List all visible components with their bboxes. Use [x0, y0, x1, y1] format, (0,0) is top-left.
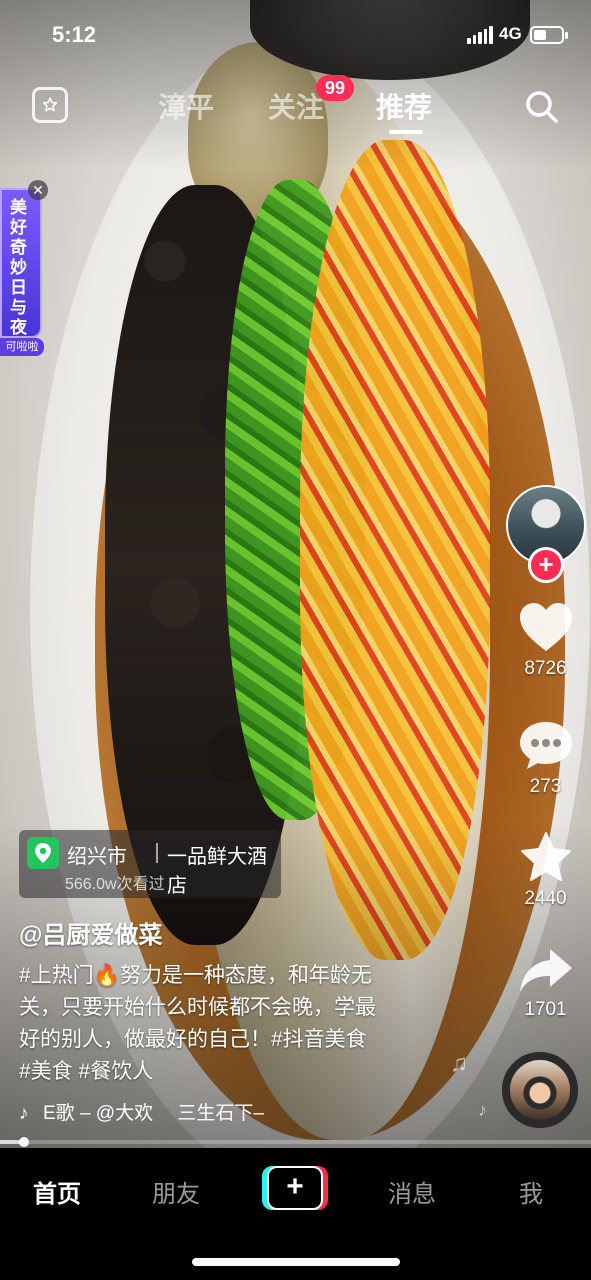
search-button[interactable]	[523, 88, 561, 126]
top-nav: 漳平 关注 99 推荐	[0, 75, 591, 140]
caption-line: 好的别人，做最好的自己！#抖音美食	[19, 1028, 367, 1051]
tab-friends[interactable]: 朋友	[152, 1174, 200, 1209]
follow-button[interactable]: +	[528, 547, 564, 583]
star-icon	[520, 832, 571, 881]
location-views: 566.0w次看过	[65, 876, 165, 893]
location-tag[interactable]: 绍兴市 一品鲜大酒店 566.0w次看过	[19, 830, 281, 898]
location-pin-icon	[27, 837, 59, 869]
location-city: 绍兴市	[67, 846, 127, 868]
video-progress-bar[interactable]	[0, 1137, 591, 1147]
event-banner-tag: 可啦啦	[0, 338, 44, 356]
location-divider	[156, 843, 158, 863]
close-icon[interactable]: ✕	[28, 180, 48, 200]
tab-home[interactable]: 首页	[33, 1174, 81, 1209]
tiktok-note-icon: ♪	[19, 1103, 29, 1124]
following-badge: 99	[316, 75, 354, 101]
comment-icon	[519, 722, 572, 769]
location-place: 一品鲜大酒店	[167, 846, 267, 897]
video-caption: #上热门🔥努力是一种态度，和年龄无 关，只要开始什么时候都不会晚，学最 好的别人…	[19, 960, 439, 1088]
tab-recommended[interactable]: 推荐	[376, 86, 432, 126]
action-rail: + 8726 273 2440 1701	[500, 480, 591, 1140]
status-time: 5:12	[52, 22, 97, 47]
caption-line: #上热门🔥努力是一种态度，和年龄无	[19, 964, 372, 987]
music-marquee[interactable]: ♪ E歌 – @大欢 三生石下–	[19, 1098, 329, 1128]
home-indicator	[192, 1258, 400, 1266]
status-bar: 5:12 4G	[0, 0, 591, 70]
author-name[interactable]: @吕厨爱做菜	[19, 915, 162, 950]
share-count: 1701	[524, 999, 567, 1020]
tab-local[interactable]: 漳平	[158, 86, 214, 126]
music-note-icon: ♫	[450, 1050, 468, 1077]
heart-icon	[519, 603, 572, 651]
event-banner-text: 美好奇妙日与夜	[10, 198, 27, 337]
active-tab-indicator	[389, 130, 423, 134]
comment-button[interactable]: 273	[500, 718, 591, 798]
video-progress-handle[interactable]	[18, 1137, 29, 1147]
tab-messages[interactable]: 消息	[388, 1174, 436, 1209]
create-button[interactable]: +	[262, 1166, 328, 1210]
event-banner-box: 美好奇妙日与夜	[0, 188, 42, 338]
share-arrow-icon	[519, 949, 572, 992]
share-button[interactable]: 1701	[500, 945, 591, 1021]
tab-following[interactable]: 关注	[268, 86, 324, 126]
event-banner[interactable]: 美好奇妙日与夜 可啦啦 ✕	[0, 180, 48, 358]
signal-icon	[467, 26, 493, 44]
tab-me[interactable]: 我	[519, 1174, 543, 1209]
favorite-button[interactable]: 2440	[500, 830, 591, 910]
comment-count: 273	[529, 776, 562, 797]
favorite-count: 2440	[524, 888, 567, 909]
like-count: 8726	[524, 658, 567, 679]
music-note-icon-small: ♪	[478, 1100, 487, 1120]
plus-icon: +	[286, 1170, 304, 1203]
live-tv-button[interactable]	[32, 87, 68, 123]
battery-icon	[530, 26, 568, 44]
tv-star-icon	[42, 97, 58, 112]
network-type: 4G	[499, 24, 522, 43]
caption-line: 关，只要开始什么时候都不会晚，学最	[19, 996, 376, 1019]
search-icon	[526, 91, 558, 123]
music-title: E歌 – @大欢 三生石下–	[43, 1103, 264, 1124]
caption-line: #美食 #餐饮人	[19, 1060, 154, 1083]
like-button[interactable]: 8726	[500, 600, 591, 680]
music-disc[interactable]	[502, 1052, 578, 1128]
